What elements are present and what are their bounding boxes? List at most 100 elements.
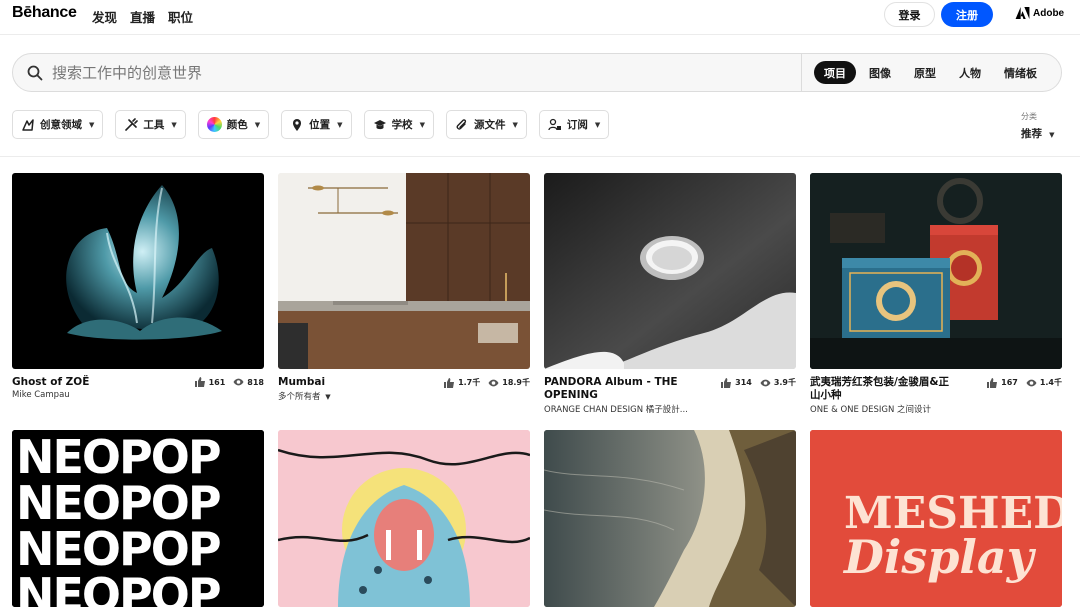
- filter-school-label: 学校: [391, 119, 413, 131]
- filter-subscription-label: 订阅: [566, 119, 588, 131]
- project-thumbnail[interactable]: [278, 173, 530, 369]
- view-count: 3.9千: [773, 378, 796, 387]
- project-title[interactable]: Ghost of ZOË: [12, 376, 89, 389]
- filter-tools-label: 工具: [143, 119, 165, 131]
- like-count: 1.7千: [458, 378, 481, 387]
- login-button[interactable]: 登录: [884, 2, 935, 27]
- filter-creative-fields[interactable]: 创意领域 ▼: [12, 110, 104, 139]
- thumbs-up-icon: [444, 377, 455, 388]
- filter-location[interactable]: 位置 ▼: [281, 110, 352, 139]
- project-owner[interactable]: ONE & ONE DESIGN 之间设计: [810, 403, 931, 415]
- tab-people[interactable]: 人物: [949, 61, 991, 84]
- coastline-photo-image: [544, 430, 796, 607]
- sort-dropdown[interactable]: 分类 推荐 ▼: [1021, 111, 1054, 141]
- tea-packaging-image: [810, 173, 1062, 369]
- adobe-link[interactable]: Adobe: [1015, 7, 1064, 19]
- project-title[interactable]: PANDORA Album - THE OPENING: [544, 376, 678, 402]
- chevron-down-icon: ▼: [594, 120, 601, 129]
- eye-icon: [233, 378, 244, 386]
- signup-button[interactable]: 注册: [941, 2, 993, 27]
- thumbs-up-icon: [194, 377, 205, 387]
- project-title[interactable]: Mumbai: [278, 376, 325, 389]
- filter-color[interactable]: 颜色 ▼: [197, 110, 270, 139]
- like-count: 161: [208, 377, 226, 387]
- like-count: 167: [1001, 378, 1018, 387]
- filter-creative-fields-label: 创意领域: [40, 119, 82, 131]
- search-bar: 项目 图像 原型 人物 情绪板: [12, 53, 1062, 92]
- tab-images[interactable]: 图像: [859, 61, 901, 84]
- tab-projects[interactable]: 项目: [814, 61, 856, 84]
- chevron-down-icon: ▼: [419, 120, 425, 129]
- project-title[interactable]: 武夷瑞芳红茶包装/金骏眉&正 山小种: [810, 376, 949, 402]
- filter-school[interactable]: 学校 ▼: [363, 110, 434, 139]
- neopop-text: NEOPOP: [16, 568, 220, 607]
- chevron-down-icon: ▼: [1049, 131, 1055, 139]
- location-pin-icon: [293, 118, 302, 131]
- filter-source-files[interactable]: 源文件 ▼: [445, 110, 527, 139]
- sort-label: 分类: [1021, 112, 1037, 121]
- title-line: OPENING: [544, 389, 598, 401]
- title-line: 山小种: [810, 389, 842, 401]
- project-stats: 161 818: [194, 377, 264, 387]
- album-object-image: [544, 173, 796, 369]
- adobe-label: Adobe: [1033, 7, 1065, 19]
- filter-location-label: 位置: [309, 119, 331, 131]
- illustration-portrait-image: [278, 430, 530, 607]
- meshed-display-type-image: MESHED Display: [810, 430, 1062, 607]
- eye-icon: [488, 379, 499, 386]
- project-thumbnail[interactable]: NEOPOP NEOPOP NEOPOP NEOPOP: [12, 430, 264, 607]
- neopop-typography-image: NEOPOP NEOPOP NEOPOP NEOPOP: [12, 430, 264, 607]
- main-nav: 发现 直播 职位: [92, 7, 193, 26]
- project-thumbnail[interactable]: [12, 173, 264, 369]
- project-thumbnail[interactable]: [544, 173, 796, 369]
- project-thumbnail[interactable]: MESHED Display: [810, 430, 1062, 607]
- sort-value: 推荐: [1021, 128, 1042, 140]
- filter-subscription[interactable]: 订阅 ▼: [538, 110, 610, 139]
- thumbs-up-icon: [721, 377, 732, 388]
- chevron-down-icon: ▼: [254, 120, 261, 129]
- title-line: PANDORA Album - THE: [544, 376, 678, 388]
- filter-color-label: 颜色: [226, 119, 248, 131]
- like-count: 314: [735, 378, 752, 387]
- search-input[interactable]: [52, 54, 792, 91]
- chevron-down-icon: ▼: [171, 120, 177, 129]
- color-wheel-icon: [206, 117, 222, 132]
- tab-prototypes[interactable]: 原型: [904, 61, 946, 84]
- tab-moodboards[interactable]: 情绪板: [994, 61, 1047, 84]
- project-thumbnail[interactable]: [810, 173, 1062, 369]
- chevron-down-icon: ▼: [337, 120, 343, 129]
- title-line: 武夷瑞芳红茶包装/金骏眉&正: [810, 376, 949, 388]
- kitchen-interior-image: [278, 173, 530, 369]
- nav-livestream[interactable]: 直播: [130, 7, 155, 26]
- paperclip-icon: [456, 118, 467, 130]
- user-lock-icon: [548, 118, 561, 130]
- project-stats: 1.7千 18.9千: [444, 377, 530, 388]
- behance-logo[interactable]: Bēhance: [12, 4, 77, 22]
- search-divider: [801, 54, 802, 91]
- view-count: 18.9千: [502, 378, 530, 387]
- eye-icon: [760, 379, 771, 386]
- nav-jobs[interactable]: 职位: [168, 7, 193, 26]
- view-count: 1.4千: [1039, 378, 1062, 387]
- display-text: Display: [842, 530, 1037, 584]
- project-thumbnail[interactable]: [278, 430, 530, 607]
- eye-icon: [1026, 379, 1037, 386]
- filter-tools[interactable]: 工具 ▼: [115, 110, 186, 139]
- header-divider: [0, 34, 1080, 35]
- adobe-logo-icon: [1015, 7, 1030, 19]
- project-stats: 314 3.9千: [721, 377, 796, 388]
- tools-icon: [125, 117, 139, 131]
- project-owner[interactable]: 多个所有者 ▼: [278, 390, 331, 402]
- project-owner[interactable]: Mike Campau: [12, 390, 70, 400]
- view-count: 818: [247, 377, 264, 387]
- creative-fields-icon: [22, 118, 34, 131]
- filter-bar: 创意领域 ▼ 工具 ▼ 颜色 ▼ 位置 ▼ 学校 ▼ 源文件 ▼ 订阅 ▼: [12, 110, 610, 139]
- ghost-sculpture-image: [66, 185, 222, 340]
- project-thumbnail[interactable]: [544, 430, 796, 607]
- project-stats: 167 1.4千: [987, 377, 1062, 388]
- thumbs-up-icon: [987, 377, 998, 388]
- top-navigation: Bēhance 发现 直播 职位 登录 注册 Adobe: [0, 0, 1080, 34]
- search-icon: [27, 65, 43, 81]
- nav-discover[interactable]: 发现: [92, 7, 117, 26]
- project-owner[interactable]: ORANGE CHAN DESIGN 橘子設計...: [544, 403, 688, 415]
